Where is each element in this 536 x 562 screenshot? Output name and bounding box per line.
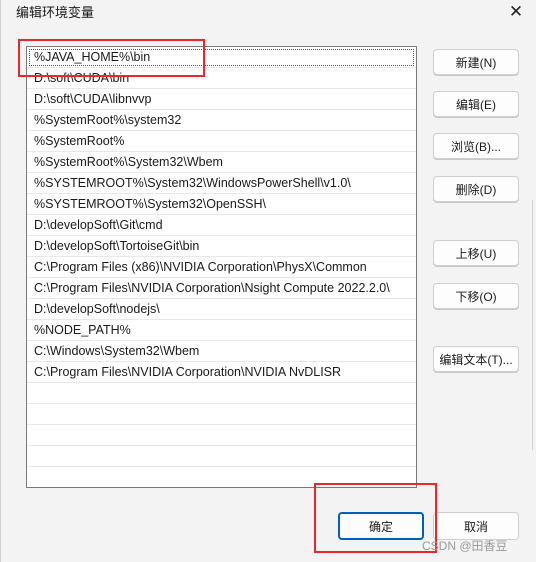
- path-list-item[interactable]: %SystemRoot%\System32\Wbem: [27, 152, 416, 173]
- watermark: CSDN @田香豆: [422, 539, 508, 553]
- path-list-item[interactable]: D:\developSoft\Git\cmd: [27, 215, 416, 236]
- move-up-button[interactable]: 上移(U): [433, 240, 519, 266]
- title-bar[interactable]: 编辑环境变量 ✕: [1, 0, 536, 28]
- path-list-item[interactable]: %SystemRoot%: [27, 131, 416, 152]
- path-list-empty-row[interactable]: [27, 383, 416, 404]
- edit-button[interactable]: 编辑(E): [433, 91, 519, 117]
- path-list-item[interactable]: D:\soft\CUDA\bin: [27, 68, 416, 89]
- path-list-item[interactable]: C:\Program Files\NVIDIA Corporation\NVID…: [27, 362, 416, 383]
- close-icon[interactable]: ✕: [503, 0, 529, 24]
- ok-button[interactable]: 确定: [338, 512, 424, 540]
- path-list-empty-row[interactable]: [27, 425, 416, 446]
- background-window-edge: [532, 200, 536, 450]
- path-list-item[interactable]: C:\Program Files\NVIDIA Corporation\Nsig…: [27, 278, 416, 299]
- cancel-button[interactable]: 取消: [433, 512, 519, 540]
- path-list-item[interactable]: C:\Program Files (x86)\NVIDIA Corporatio…: [27, 257, 416, 278]
- new-button[interactable]: 新建(N): [433, 49, 519, 75]
- path-list-item[interactable]: %JAVA_HOME%\bin: [27, 47, 416, 68]
- path-list[interactable]: %JAVA_HOME%\bin D:\soft\CUDA\bin D:\soft\C…: [26, 46, 417, 488]
- path-list-item[interactable]: D:\developSoft\nodejs\: [27, 299, 416, 320]
- move-down-button[interactable]: 下移(O): [433, 283, 519, 309]
- window-title: 编辑环境变量: [16, 5, 95, 20]
- delete-button[interactable]: 删除(D): [433, 176, 519, 202]
- path-list-item[interactable]: %SystemRoot%\system32: [27, 110, 416, 131]
- path-list-empty-row[interactable]: [27, 446, 416, 467]
- path-list-empty-row[interactable]: [27, 467, 416, 487]
- browse-button[interactable]: 浏览(B)...: [433, 133, 519, 159]
- edit-text-button[interactable]: 编辑文本(T)...: [433, 346, 519, 372]
- path-list-item[interactable]: %NODE_PATH%: [27, 320, 416, 341]
- path-list-item[interactable]: D:\developSoft\TortoiseGit\bin: [27, 236, 416, 257]
- path-list-empty-row[interactable]: [27, 404, 416, 425]
- path-list-item[interactable]: %SYSTEMROOT%\System32\OpenSSH\: [27, 194, 416, 215]
- path-list-item[interactable]: C:\Windows\System32\Wbem: [27, 341, 416, 362]
- path-list-item[interactable]: D:\soft\CUDA\libnvvp: [27, 89, 416, 110]
- path-list-item[interactable]: %SYSTEMROOT%\System32\WindowsPowerShell\…: [27, 173, 416, 194]
- edit-env-var-dialog: 编辑环境变量 ✕ %JAVA_HOME%\bin D:\soft\CUDA\bin…: [0, 0, 536, 562]
